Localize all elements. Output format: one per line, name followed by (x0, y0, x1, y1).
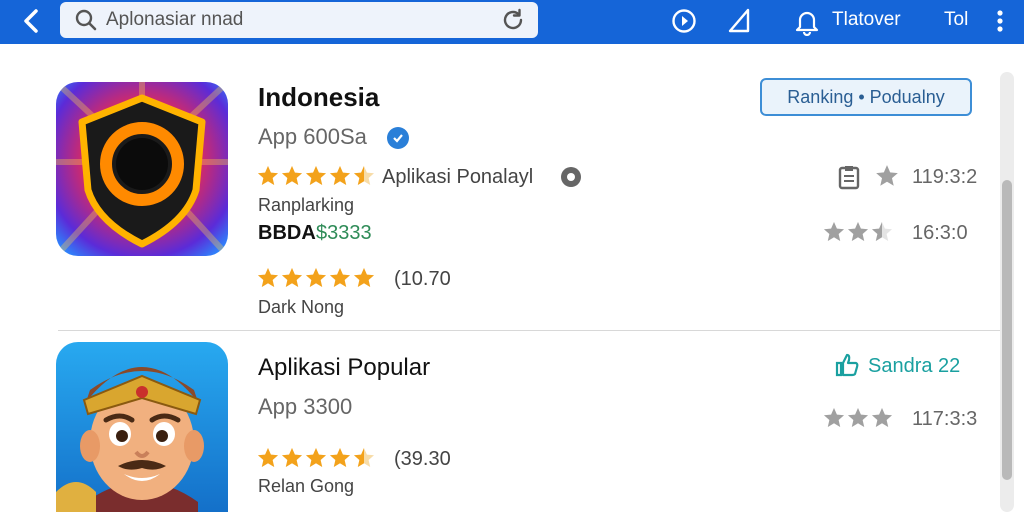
extra-label[interactable]: Tol (944, 9, 968, 31)
star-rating (256, 446, 376, 470)
back-arrow-icon[interactable] (16, 5, 48, 37)
star-icon (282, 448, 302, 467)
scrollbar-track[interactable] (1000, 72, 1014, 512)
app-developer: Relan Gong (258, 476, 355, 496)
ranking-button[interactable]: Ranking • Podualny (760, 78, 972, 116)
star-icon (258, 268, 278, 287)
account-label[interactable]: Tlatover (832, 9, 901, 31)
price-prefix: BBDA (258, 222, 316, 244)
star-icon (354, 268, 374, 287)
app-icon-shield[interactable] (56, 82, 228, 256)
meta-stars (822, 406, 894, 430)
app-name[interactable]: Aplikasi Popular (258, 354, 430, 382)
meta-value-2: 16:3:0 (912, 222, 968, 244)
meta-stars (822, 220, 894, 244)
star-icon (306, 268, 326, 287)
star-icon (848, 408, 868, 427)
triangle-pen-icon[interactable] (724, 6, 754, 36)
star-rating-secondary (256, 266, 376, 290)
star-icon (282, 268, 302, 287)
info-icon[interactable] (560, 166, 582, 188)
app-name[interactable]: Indonesia (258, 82, 379, 113)
app-icon-character[interactable] (56, 342, 228, 512)
play-clock-icon[interactable] (669, 6, 699, 36)
star-icon (306, 166, 326, 185)
app-developer: Dark Nong (258, 297, 345, 317)
like-label[interactable]: Sandra 22 (868, 355, 960, 378)
search-icon (75, 9, 97, 31)
star-icon (824, 408, 844, 427)
star-icon (330, 268, 350, 287)
star-icon (306, 448, 326, 467)
star-icon (354, 448, 374, 467)
star-icon (258, 448, 278, 467)
scrollbar-thumb[interactable] (1002, 180, 1012, 480)
list-divider (58, 330, 1000, 331)
verified-badge-icon (387, 127, 409, 149)
app-id-label: App 600Sa (258, 124, 367, 149)
star-icon (354, 166, 374, 185)
star-icon (258, 166, 278, 185)
star-icon (824, 222, 844, 241)
app-price: $3333 (316, 222, 372, 244)
star-rating (256, 164, 376, 188)
meta-value-1: 119:3:2 (912, 166, 978, 188)
top-bar: Tlatover Tol (0, 0, 1024, 44)
search-box[interactable] (60, 2, 538, 38)
meta-value-1: 117:3:3 (912, 408, 978, 430)
app-category: Aplikasi Ponalayl (382, 166, 534, 188)
star-icon (848, 222, 868, 241)
more-options-icon[interactable] (987, 6, 1013, 36)
app-tagline: Ranplarking (258, 195, 355, 215)
bell-icon[interactable] (792, 6, 822, 36)
star-icon (282, 166, 302, 185)
star-icon (872, 222, 892, 241)
star-icon[interactable] (874, 163, 900, 189)
search-input[interactable] (106, 6, 486, 34)
rating-count: (39.30 (394, 448, 451, 470)
rating-count: (10.70 (394, 268, 451, 290)
thumbs-up-icon[interactable] (834, 352, 860, 378)
star-icon (330, 166, 350, 185)
app-id-label: App 3300 (258, 394, 353, 419)
star-icon (330, 448, 350, 467)
clipboard-icon[interactable] (836, 164, 862, 190)
refresh-icon[interactable] (500, 7, 526, 33)
star-icon (872, 408, 892, 427)
